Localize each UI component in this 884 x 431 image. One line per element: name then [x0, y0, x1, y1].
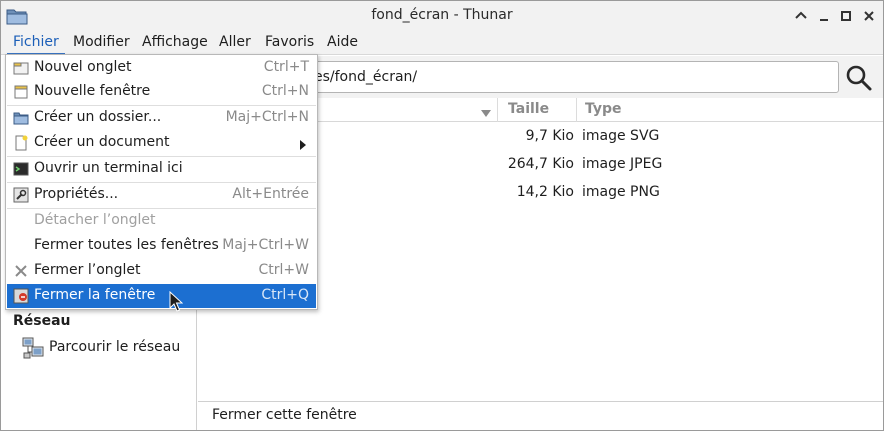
- file-size: 9,7 Kio: [525, 128, 574, 144]
- close-icon[interactable]: [861, 8, 877, 24]
- file-type: image JPEG: [582, 156, 663, 172]
- maximize-icon[interactable]: [838, 8, 854, 24]
- status-bar: Fermer cette fenêtre: [198, 401, 883, 430]
- menu-item-shortcut: Ctrl+N: [261, 83, 309, 99]
- menu-fichier[interactable]: Fichier: [7, 31, 65, 55]
- file-size: 264,7 Kio: [507, 156, 574, 172]
- menu-item-label: Détacher l’onglet: [34, 212, 156, 228]
- properties-icon: [13, 187, 29, 203]
- menu-item-create-document[interactable]: Créer un document: [7, 131, 316, 155]
- menu-item-label: Créer un document: [34, 134, 170, 150]
- file-type: image PNG: [582, 184, 660, 200]
- menu-item-label: Créer un dossier...: [34, 109, 162, 125]
- thunar-window: fond_écran - Thunar Fichier Modifier Aff…: [0, 0, 884, 431]
- menu-item-close-all-windows[interactable]: Fermer toutes les fenêtres Maj+Ctrl+W: [7, 234, 316, 258]
- close-window-icon: [13, 288, 29, 304]
- sort-descending-icon: [481, 106, 491, 117]
- menu-item-label: Nouvel onglet: [34, 59, 132, 75]
- new-tab-icon: [13, 60, 29, 76]
- menu-item-label: Propriétés...: [34, 186, 119, 202]
- menu-item-shortcut: Ctrl+W: [258, 262, 309, 278]
- menu-item-label: Ouvrir un terminal ici: [34, 160, 183, 176]
- sidebar-item-label: Parcourir le réseau: [49, 339, 181, 355]
- menu-affichage[interactable]: Affichage: [136, 31, 214, 55]
- menu-item-properties[interactable]: Propriétés... Alt+Entrée: [7, 183, 316, 207]
- menu-aide[interactable]: Aide: [321, 31, 364, 55]
- column-type-header[interactable]: Type: [577, 98, 883, 122]
- column-size-header[interactable]: Taille: [500, 98, 577, 122]
- file-type: image SVG: [582, 128, 660, 144]
- window-title: fond_écran - Thunar: [371, 7, 513, 23]
- minimize-icon[interactable]: [816, 8, 832, 24]
- menu-item-label: Fermer toutes les fenêtres: [34, 237, 219, 253]
- menu-item-new-tab[interactable]: Nouvel onglet Ctrl+T: [7, 56, 316, 80]
- mouse-pointer-icon: [169, 290, 184, 313]
- menu-item-shortcut: Ctrl+T: [263, 59, 309, 75]
- document-icon: [13, 135, 29, 151]
- status-text: Fermer cette fenêtre: [212, 407, 357, 423]
- menu-item-create-folder[interactable]: Créer un dossier... Maj+Ctrl+N: [7, 106, 316, 130]
- menu-item-shortcut: Ctrl+Q: [261, 287, 309, 303]
- folder-icon: [13, 110, 29, 126]
- menu-item-close-tab[interactable]: Fermer l’onglet Ctrl+W: [7, 259, 316, 283]
- new-window-icon: [13, 84, 29, 100]
- sidebar-heading-network: Réseau: [13, 313, 71, 329]
- menu-item-new-window[interactable]: Nouvelle fenêtre Ctrl+N: [7, 80, 316, 104]
- menu-item-open-terminal[interactable]: Ouvrir un terminal ici: [7, 157, 316, 181]
- menu-item-label: Nouvelle fenêtre: [34, 83, 151, 99]
- search-icon[interactable]: [845, 64, 873, 92]
- menu-aller[interactable]: Aller: [213, 31, 257, 55]
- menu-item-label: Fermer l’onglet: [34, 262, 141, 278]
- title-bar: fond_écran - Thunar: [1, 1, 883, 31]
- file-menu-dropdown: Nouvel onglet Ctrl+T Nouvelle fenêtre Ct…: [5, 54, 318, 310]
- menu-item-shortcut: Alt+Entrée: [232, 186, 309, 202]
- submenu-arrow-icon: [300, 138, 306, 150]
- close-tab-icon: [13, 263, 29, 279]
- menu-item-label: Fermer la fenêtre: [34, 287, 156, 303]
- terminal-icon: [13, 161, 29, 177]
- menu-item-shortcut: Maj+Ctrl+W: [222, 237, 309, 253]
- file-size: 14,2 Kio: [516, 184, 574, 200]
- network-icon: [21, 336, 45, 360]
- menu-favoris[interactable]: Favoris: [259, 31, 320, 55]
- chevron-up-icon[interactable]: [793, 8, 809, 24]
- menu-item-detach-tab: Détacher l’onglet: [7, 209, 316, 233]
- menu-item-shortcut: Maj+Ctrl+N: [225, 109, 309, 125]
- menu-item-close-window[interactable]: Fermer la fenêtre Ctrl+Q: [7, 284, 316, 308]
- menu-modifier[interactable]: Modifier: [67, 31, 136, 55]
- menu-bar: Fichier Modifier Affichage Aller Favoris…: [1, 31, 883, 55]
